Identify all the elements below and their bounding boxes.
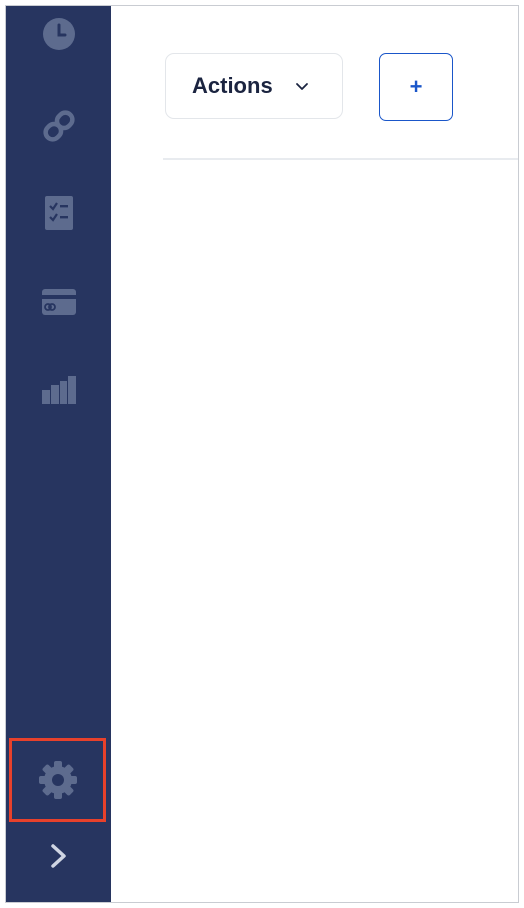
- actions-label: Actions: [192, 73, 273, 98]
- add-button-label: +: [409, 74, 423, 99]
- sidebar-item-tasks[interactable]: [6, 183, 111, 243]
- chevron-down-icon: [295, 82, 309, 91]
- bar-chart-icon: [41, 376, 76, 404]
- credit-card-icon: [41, 289, 76, 315]
- app-frame: Actions +: [5, 5, 519, 903]
- link-icon: [42, 110, 75, 142]
- sidebar-item-settings[interactable]: [9, 738, 106, 822]
- sidebar-item-history[interactable]: [6, 6, 111, 64]
- main-content: Actions +: [111, 6, 518, 902]
- sidebar-expand-button[interactable]: [6, 828, 111, 884]
- sidebar: [6, 6, 111, 902]
- actions-dropdown[interactable]: Actions: [165, 53, 343, 119]
- checklist-icon: [44, 196, 73, 230]
- clock-icon: [42, 18, 75, 50]
- sidebar-item-reports[interactable]: [6, 360, 111, 420]
- sidebar-item-billing[interactable]: [6, 272, 111, 332]
- gear-icon: [38, 761, 77, 799]
- toolbar-divider: [163, 158, 518, 160]
- chevron-right-icon: [50, 844, 66, 868]
- add-button[interactable]: +: [379, 53, 453, 121]
- sidebar-item-links[interactable]: [6, 96, 111, 156]
